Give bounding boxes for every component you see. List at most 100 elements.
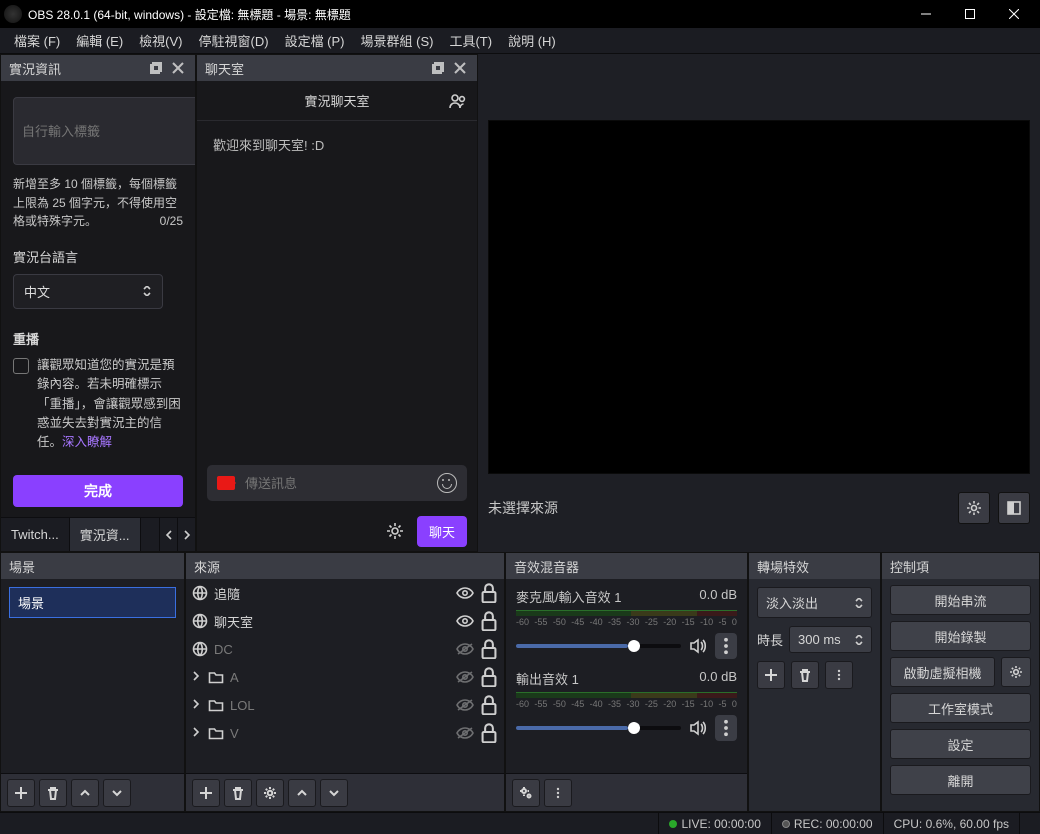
scene-list[interactable]: 場景	[1, 579, 184, 773]
trash-icon	[798, 668, 812, 682]
chat-input[interactable]	[245, 476, 427, 491]
transition-select[interactable]: 淡入淡出	[757, 587, 872, 618]
maximize-button[interactable]	[948, 0, 992, 28]
menubar: 檔案 (F) 編輯 (E) 檢視(V) 停駐視窗(D) 設定檔 (P) 場景群組…	[0, 28, 1040, 54]
source-up-button[interactable]	[288, 779, 316, 807]
chevron-right-icon[interactable]	[192, 669, 202, 685]
scene-up-button[interactable]	[71, 779, 99, 807]
trash-icon	[231, 786, 245, 800]
source-properties-button[interactable]	[256, 779, 284, 807]
users-icon[interactable]	[449, 92, 467, 110]
source-name: V	[230, 726, 450, 741]
resize-grip[interactable]	[1019, 813, 1040, 834]
preview-area: 未選擇來源	[478, 54, 1040, 552]
dock-title: 聊天室	[205, 59, 244, 78]
source-down-button[interactable]	[320, 779, 348, 807]
settings-button[interactable]: 設定	[890, 729, 1031, 759]
visibility-toggle[interactable]	[456, 612, 474, 630]
start-stream-button[interactable]: 開始串流	[890, 585, 1031, 615]
menu-docks[interactable]: 停駐視窗(D)	[191, 28, 277, 53]
scene-item[interactable]: 場景	[9, 587, 176, 618]
source-item[interactable]: V	[186, 719, 504, 747]
done-button[interactable]: 完成	[13, 475, 183, 507]
tab-scroll-left[interactable]	[159, 518, 177, 551]
exit-button[interactable]: 離開	[890, 765, 1031, 795]
chevron-right-icon[interactable]	[192, 697, 202, 713]
source-list[interactable]: 追隨聊天室 DC ALOL V	[186, 579, 504, 773]
close-button[interactable]	[992, 0, 1036, 28]
add-scene-button[interactable]	[7, 779, 35, 807]
tab-scroll-right[interactable]	[177, 518, 195, 551]
menu-file[interactable]: 檔案 (F)	[6, 28, 68, 53]
menu-help[interactable]: 說明 (H)	[500, 28, 564, 53]
lock-toggle[interactable]	[480, 724, 498, 742]
source-settings-button[interactable]	[958, 492, 990, 524]
lock-toggle[interactable]	[480, 696, 498, 714]
virtualcam-settings-button[interactable]	[1001, 657, 1031, 687]
remove-source-button[interactable]	[224, 779, 252, 807]
source-item[interactable]: DC	[186, 635, 504, 663]
chat-compose[interactable]	[207, 465, 467, 501]
learn-more-link[interactable]: 深入瞭解	[62, 435, 112, 449]
tag-input[interactable]	[13, 97, 195, 165]
emoji-icon[interactable]	[437, 473, 457, 493]
remove-transition-button[interactable]	[791, 661, 819, 689]
volume-slider[interactable]	[516, 726, 681, 730]
chat-settings-button[interactable]	[381, 517, 409, 545]
virtualcam-button[interactable]: 啟動虛擬相機	[890, 657, 995, 687]
source-item[interactable]: 聊天室	[186, 607, 504, 635]
visibility-toggle[interactable]	[456, 696, 474, 714]
mixer-advanced-button[interactable]	[512, 779, 540, 807]
channel-menu-button[interactable]	[715, 633, 737, 659]
remove-scene-button[interactable]	[39, 779, 67, 807]
minimize-button[interactable]	[904, 0, 948, 28]
status-rec: REC: 00:00:00	[771, 813, 883, 834]
chevron-right-icon[interactable]	[192, 725, 202, 741]
studio-mode-button[interactable]: 工作室模式	[890, 693, 1031, 723]
language-select[interactable]: 中文	[13, 274, 163, 309]
lock-toggle[interactable]	[480, 640, 498, 658]
dock-transitions: 轉場特效 淡入淡出 時長 300 ms	[748, 552, 881, 812]
filters-button[interactable]	[998, 492, 1030, 524]
source-name: DC	[214, 642, 450, 657]
duration-input[interactable]: 300 ms	[789, 626, 872, 653]
volume-slider[interactable]	[516, 644, 681, 648]
speaker-icon[interactable]	[689, 637, 707, 655]
chat-send-button[interactable]: 聊天	[417, 516, 467, 547]
speaker-icon[interactable]	[689, 719, 707, 737]
preview-canvas[interactable]	[488, 120, 1030, 474]
visibility-toggle[interactable]	[456, 584, 474, 602]
visibility-toggle[interactable]	[456, 724, 474, 742]
menu-view[interactable]: 檢視(V)	[131, 28, 190, 53]
tab-twitch[interactable]: Twitch...	[1, 518, 70, 551]
lock-toggle[interactable]	[480, 584, 498, 602]
menu-tools[interactable]: 工具(T)	[441, 28, 500, 53]
status-cpu: CPU: 0.6%, 60.00 fps	[883, 813, 1019, 834]
channel-menu-button[interactable]	[715, 715, 737, 741]
menu-profile[interactable]: 設定檔 (P)	[277, 28, 353, 53]
add-source-button[interactable]	[192, 779, 220, 807]
source-item[interactable]: 追隨	[186, 579, 504, 607]
tab-stream-info[interactable]: 實況資...	[70, 518, 141, 551]
lock-toggle[interactable]	[480, 612, 498, 630]
globe-icon	[192, 585, 208, 601]
rebroadcast-checkbox[interactable]	[13, 358, 29, 374]
lock-toggle[interactable]	[480, 668, 498, 686]
source-item[interactable]: A	[186, 663, 504, 691]
visibility-toggle[interactable]	[456, 640, 474, 658]
menu-scenecol[interactable]: 場景群組 (S)	[353, 28, 442, 53]
globe-icon	[192, 641, 208, 657]
start-record-button[interactable]: 開始錄製	[890, 621, 1031, 651]
source-item[interactable]: LOL	[186, 691, 504, 719]
menu-edit[interactable]: 編輯 (E)	[68, 28, 131, 53]
close-dock-icon[interactable]	[169, 59, 187, 77]
transition-menu-button[interactable]	[825, 661, 853, 689]
mixer-menu-button[interactable]	[544, 779, 572, 807]
close-dock-icon[interactable]	[451, 59, 469, 77]
popout-icon[interactable]	[429, 59, 447, 77]
popout-icon[interactable]	[147, 59, 165, 77]
scene-down-button[interactable]	[103, 779, 131, 807]
add-transition-button[interactable]	[757, 661, 785, 689]
visibility-toggle[interactable]	[456, 668, 474, 686]
filters-icon	[1006, 500, 1022, 516]
